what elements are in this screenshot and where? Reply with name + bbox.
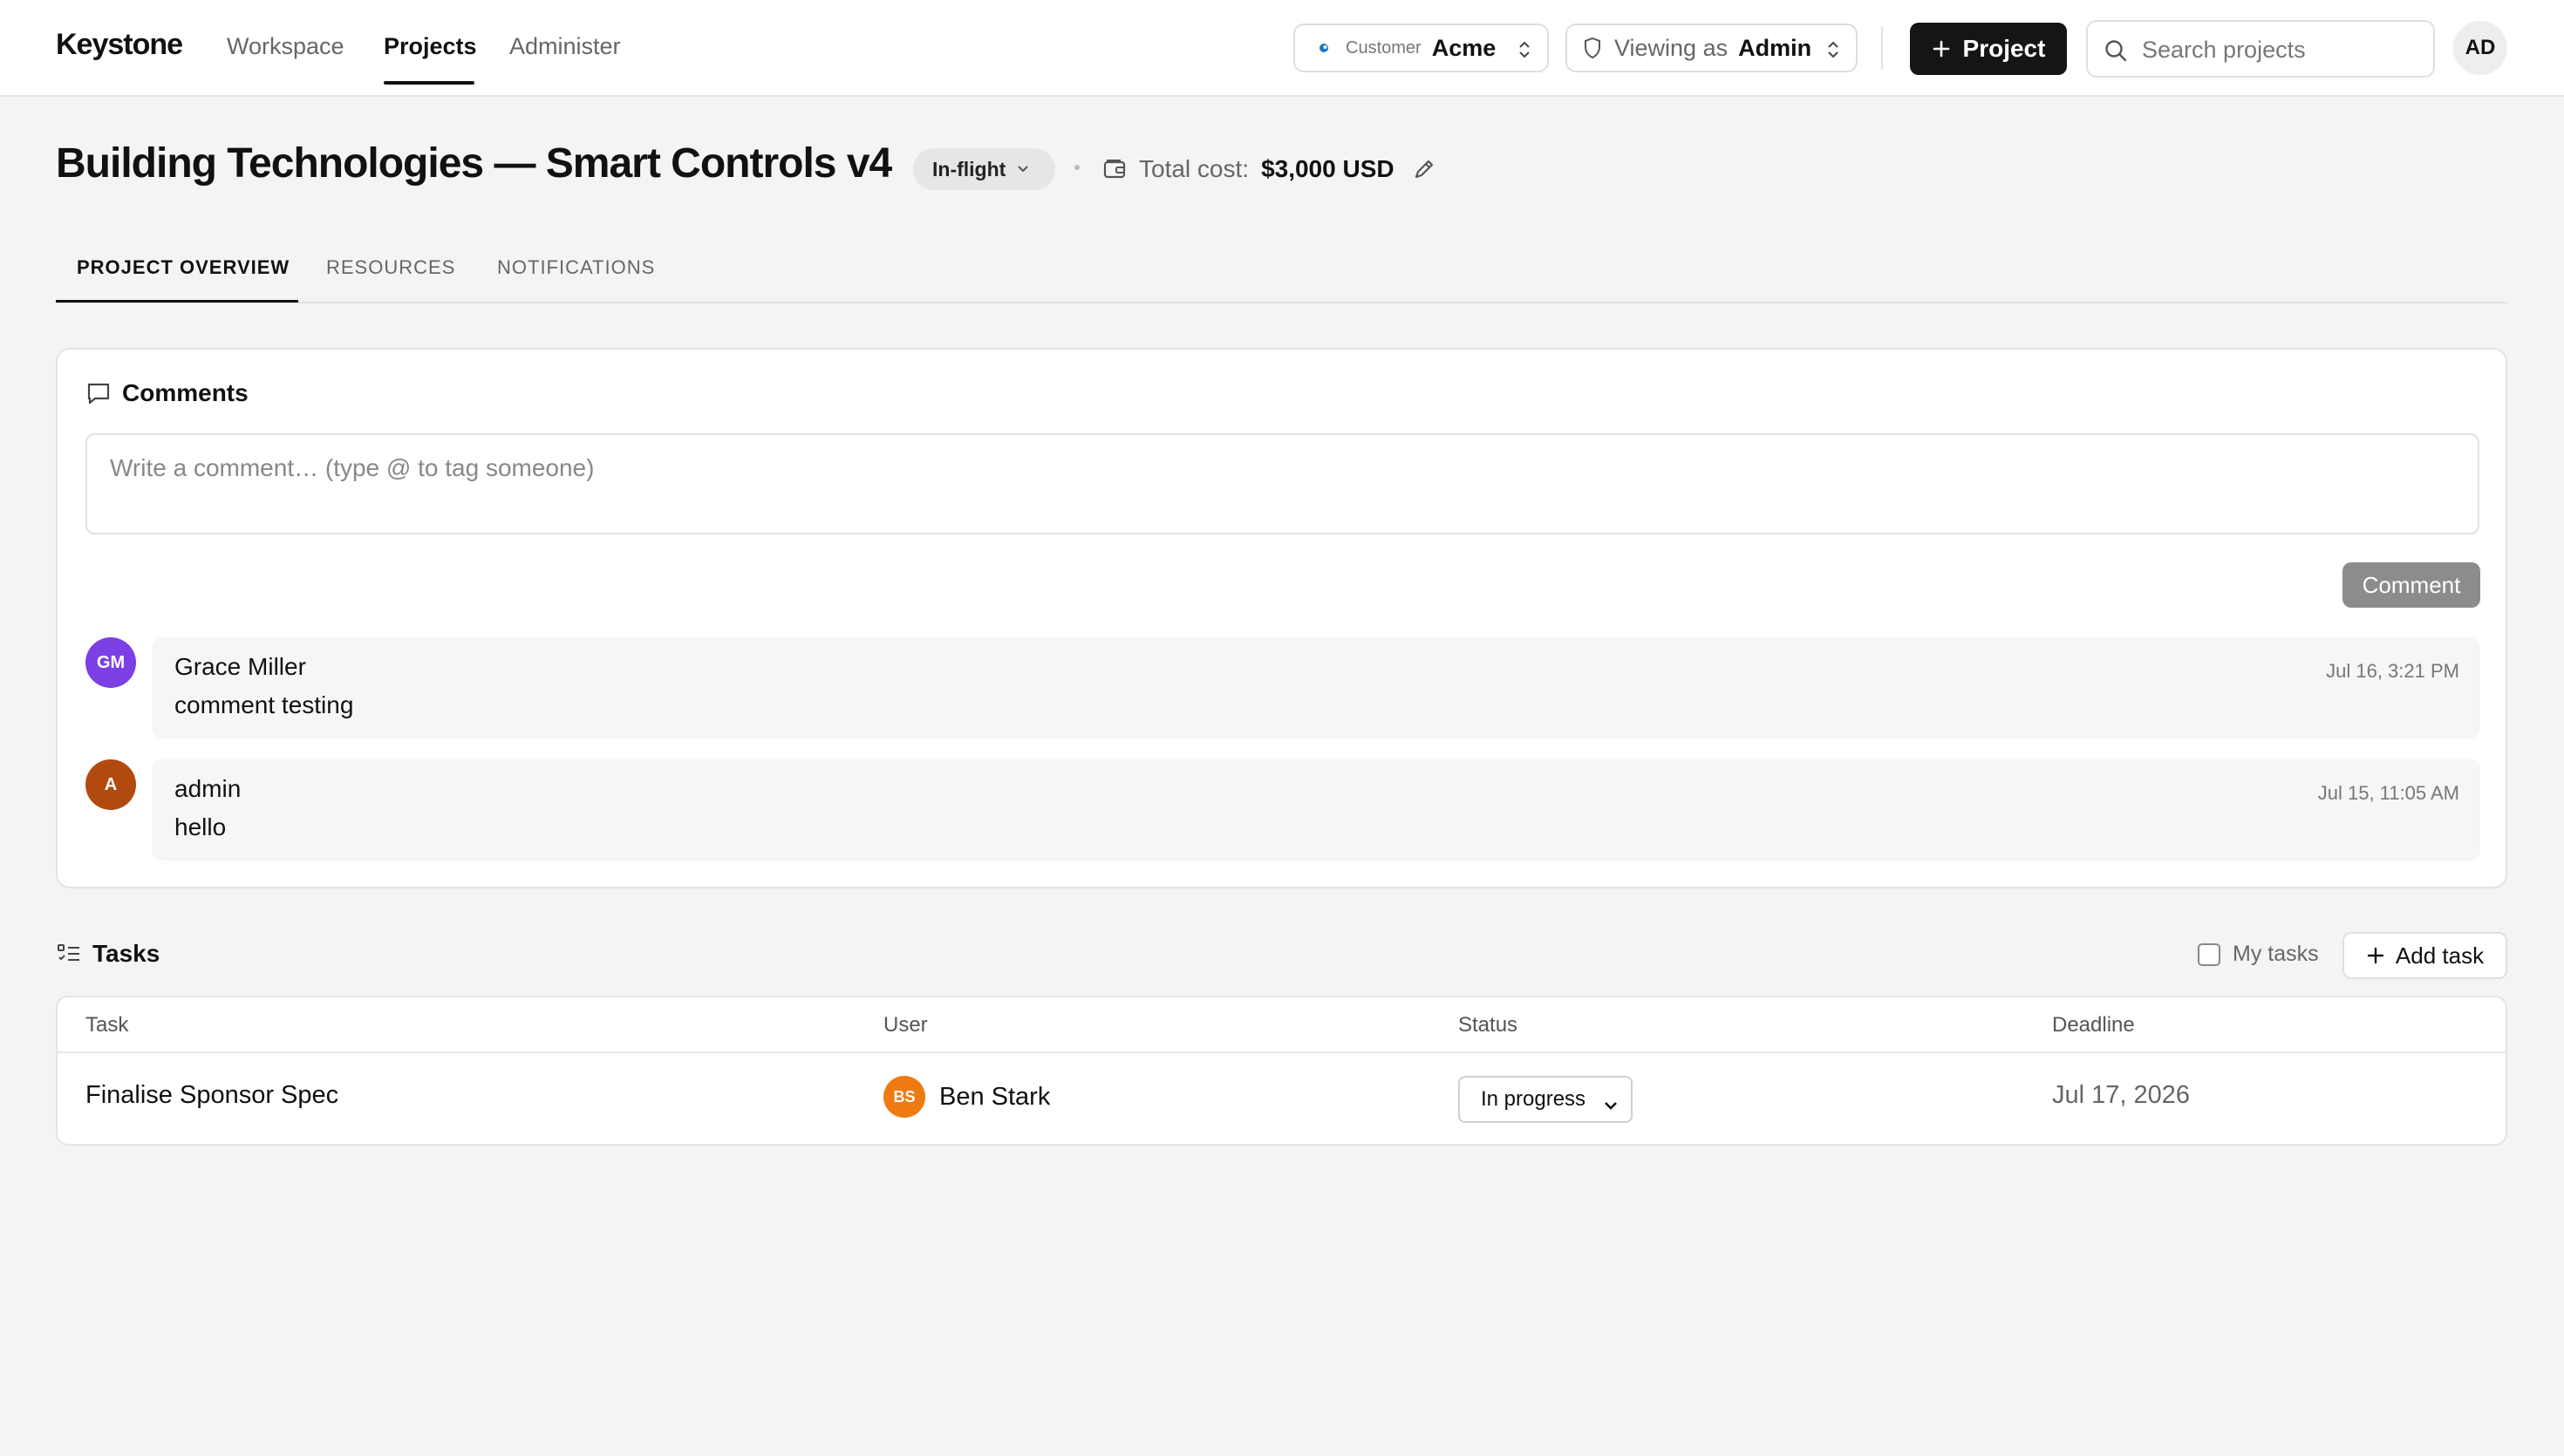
nav-projects[interactable]: Projects — [384, 33, 477, 60]
comment-author: Grace Miller — [174, 653, 306, 680]
column-header-status[interactable]: Status — [1458, 1013, 1517, 1038]
viewing-as-value: Admin — [1738, 34, 1812, 61]
shield-icon — [1583, 37, 1602, 59]
tasks-table: Task User Status Deadline Finalise Spons… — [56, 996, 2507, 1146]
project-status-dropdown[interactable]: In-flight — [913, 148, 1055, 190]
new-project-label: Project — [1962, 35, 2046, 62]
chat-bubble-icon — [85, 380, 112, 406]
separator-dot — [1074, 165, 1080, 170]
comment-author: admin — [174, 775, 242, 802]
my-tasks-filter[interactable]: My tasks — [2198, 942, 2319, 967]
page-title: Building Technologies — Smart Controls v… — [56, 140, 892, 187]
avatar: BS — [883, 1076, 925, 1118]
user-avatar[interactable]: AD — [2453, 21, 2507, 75]
brand-logo[interactable]: Keystone — [56, 28, 183, 62]
comment-timestamp: Jul 16, 3:21 PM — [2326, 660, 2459, 682]
comment-body: comment testing — [174, 691, 354, 718]
tab-notifications[interactable]: NOTIFICATIONS — [497, 256, 655, 279]
tabs-divider — [56, 302, 2507, 303]
tab-active-indicator — [56, 300, 298, 303]
my-tasks-label: My tasks — [2233, 942, 2319, 966]
task-name[interactable]: Finalise Sponsor Spec — [85, 1081, 338, 1110]
plus-icon — [2366, 946, 2385, 965]
comment-item: Grace Miller comment testing Jul 16, 3:2… — [152, 637, 2480, 738]
total-cost-value: $3,000 USD — [1261, 155, 1395, 182]
task-status-value: In progress — [1481, 1087, 1586, 1111]
avatar: GM — [85, 637, 136, 688]
comments-title: Comments — [122, 379, 249, 406]
project-status-label: In-flight — [932, 157, 1006, 180]
comments-card: Comments Write a comment… (type @ to tag… — [56, 348, 2507, 888]
column-header-user[interactable]: User — [883, 1013, 928, 1038]
new-project-button[interactable]: Project — [1910, 23, 2067, 75]
viewing-as-selector[interactable]: Viewing as Admin — [1565, 24, 1858, 72]
total-cost: Total cost: $3,000 USD — [1102, 152, 1436, 187]
column-header-deadline[interactable]: Deadline — [2052, 1013, 2135, 1038]
customer-label: Customer — [1346, 37, 1422, 58]
customer-selector[interactable]: Customer Acme — [1293, 24, 1549, 72]
checklist-icon — [56, 942, 82, 966]
divider — [1881, 26, 1883, 70]
comment-input[interactable]: Write a comment… (type @ to tag someone) — [85, 433, 2479, 534]
table-header: Task User Status Deadline — [58, 997, 2506, 1053]
tab-resources[interactable]: RESOURCES — [326, 256, 455, 279]
customer-logo-icon — [1318, 42, 1330, 54]
plus-icon — [1932, 39, 1951, 58]
edit-pencil-icon[interactable] — [1412, 157, 1436, 181]
task-user-name: Ben Stark — [939, 1082, 1051, 1111]
tasks-title: Tasks — [92, 940, 160, 967]
avatar: A — [85, 759, 136, 810]
top-bar: Keystone Workspace Projects Administer C… — [0, 0, 2564, 97]
tab-project-overview[interactable]: PROJECT OVERVIEW — [77, 256, 290, 279]
search-input[interactable]: Search projects — [2086, 20, 2435, 78]
task-deadline: Jul 17, 2026 — [2052, 1081, 2191, 1109]
comment-placeholder: Write a comment… (type @ to tag someone) — [110, 454, 595, 481]
total-cost-label: Total cost: — [1139, 155, 1250, 182]
add-task-label: Add task — [2395, 942, 2485, 969]
wallet-icon — [1102, 158, 1127, 180]
search-icon — [2104, 38, 2128, 63]
comment-item: admin hello Jul 15, 11:05 AM — [152, 759, 2480, 861]
comment-submit-button[interactable]: Comment — [2342, 562, 2480, 608]
customer-value: Acme — [1431, 34, 1497, 61]
chevron-down-icon — [1016, 164, 1030, 174]
nav-administer[interactable]: Administer — [509, 33, 621, 60]
chevron-updown-icon — [1826, 39, 1840, 60]
comments-heading: Comments — [85, 379, 249, 407]
chevron-updown-icon — [1517, 39, 1531, 60]
task-user: BS Ben Stark — [883, 1076, 1050, 1118]
tasks-heading: Tasks — [56, 940, 160, 968]
nav-workspace[interactable]: Workspace — [227, 33, 344, 60]
column-header-task[interactable]: Task — [85, 1013, 128, 1038]
task-status-select[interactable]: In progress — [1458, 1076, 1633, 1123]
my-tasks-checkbox[interactable] — [2198, 942, 2220, 966]
viewing-as-label: Viewing as — [1614, 34, 1729, 61]
add-task-button[interactable]: Add task — [2342, 932, 2507, 979]
comment-body: hello — [174, 813, 227, 840]
nav-active-indicator — [384, 81, 474, 85]
comment-timestamp: Jul 15, 11:05 AM — [2317, 782, 2459, 804]
chevron-down-icon — [1603, 1093, 1619, 1118]
search-placeholder: Search projects — [2142, 37, 2306, 63]
